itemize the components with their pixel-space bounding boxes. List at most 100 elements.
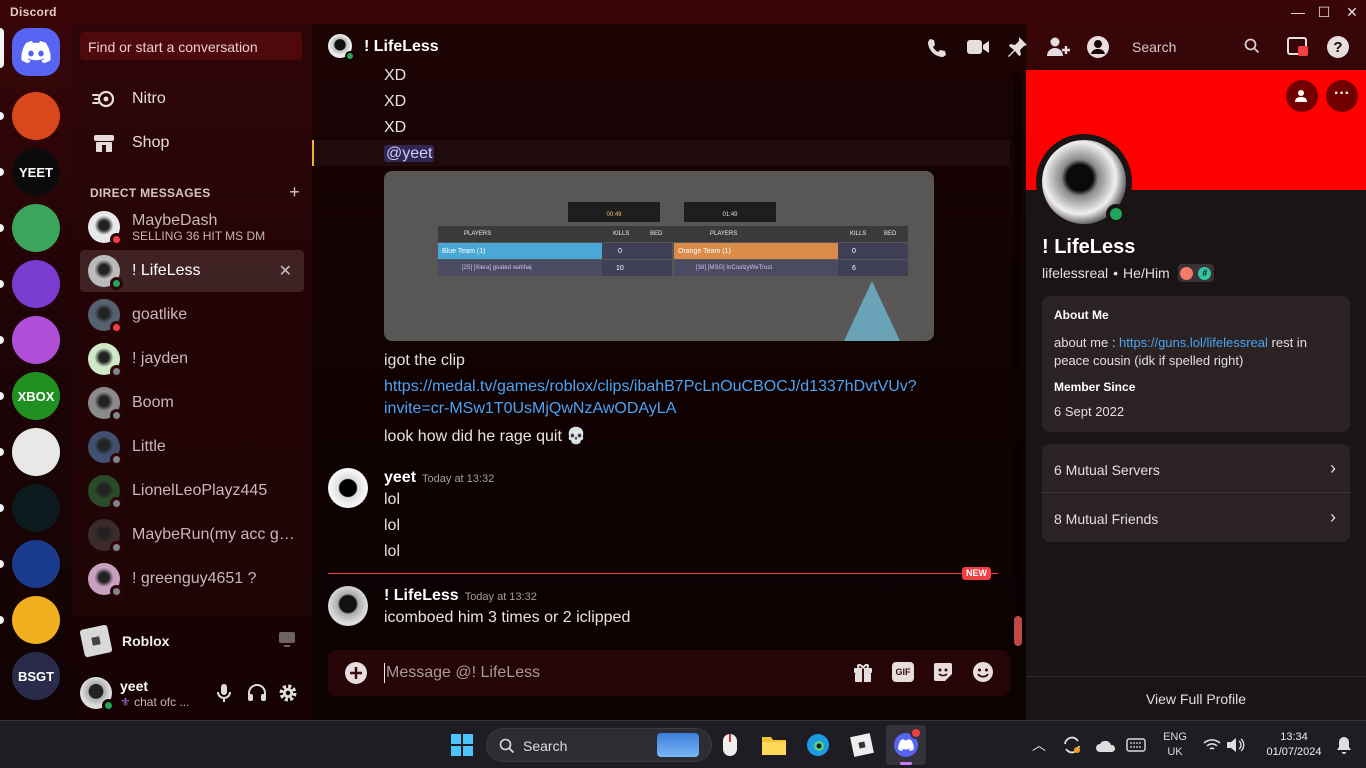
- dm-item[interactable]: LionelLeoPlayz445: [80, 470, 304, 512]
- view-full-profile-button[interactable]: View Full Profile: [1026, 676, 1366, 720]
- server-label: XBOX: [17, 388, 55, 404]
- chat-search-input[interactable]: Search: [1124, 32, 1266, 60]
- find-conversation-input[interactable]: Find or start a conversation: [80, 32, 302, 60]
- dm-item-active[interactable]: ! LifeLess ✕: [80, 250, 304, 292]
- sticker-icon[interactable]: [932, 661, 954, 683]
- server-ghost[interactable]: [12, 428, 60, 476]
- dm-name: goatlike: [132, 306, 188, 323]
- notifications-bell-icon[interactable]: [1330, 731, 1358, 759]
- screen-share-icon[interactable]: [278, 631, 296, 647]
- close-button[interactable]: ✕: [1340, 2, 1364, 22]
- activity-panel[interactable]: Roblox: [72, 616, 312, 666]
- status-indicator: [110, 409, 123, 422]
- edge-browser-icon[interactable]: [804, 731, 832, 759]
- server-kirby[interactable]: [12, 204, 60, 252]
- dm-name: ! jayden: [132, 350, 189, 367]
- user-info[interactable]: yeet ⚜ chat ofc ...: [120, 678, 220, 709]
- windows-start-icon[interactable]: [448, 731, 476, 759]
- sync-icon[interactable]: [1058, 731, 1086, 759]
- system-clock[interactable]: 13:34 01/07/2024: [1254, 730, 1334, 760]
- weather-cloud-icon[interactable]: [1092, 731, 1120, 759]
- volume-icon[interactable]: [1222, 731, 1250, 759]
- help-icon[interactable]: ?: [1326, 35, 1350, 59]
- profile-display-name: ! LifeLess: [1042, 236, 1136, 258]
- discord-taskbar-button[interactable]: [886, 725, 926, 765]
- shop-label: Shop: [132, 134, 170, 151]
- taskbar-search[interactable]: Search: [486, 728, 712, 762]
- server-bsgt[interactable]: BSGT: [12, 652, 60, 700]
- server-roblox-face[interactable]: [12, 596, 60, 644]
- author-name[interactable]: yeet: [384, 469, 416, 486]
- server-fire[interactable]: [12, 92, 60, 140]
- nav-shop[interactable]: Shop: [80, 122, 304, 164]
- close-dm-icon[interactable]: ✕: [279, 261, 292, 281]
- clip-link-cont[interactable]: invite=cr-MSw1T0UsMjQwNzAwODAyLA: [384, 400, 676, 418]
- hashtag-badge-icon[interactable]: #: [1198, 266, 1212, 280]
- user-panel: yeet ⚜ chat ofc ...: [72, 666, 312, 720]
- server-badge[interactable]: [12, 260, 60, 308]
- settings-gear-icon[interactable]: [278, 683, 298, 703]
- home-button[interactable]: [12, 28, 60, 76]
- dm-item[interactable]: ! greenguy4651 ?: [80, 558, 304, 600]
- profile-username: lifelessreal: [1042, 265, 1109, 281]
- mutual-friends-row[interactable]: 8 Mutual Friends ›: [1042, 493, 1350, 542]
- status-indicator: [110, 365, 123, 378]
- create-dm-plus-icon[interactable]: +: [289, 182, 300, 203]
- headphones-icon[interactable]: [247, 683, 267, 703]
- keyboard-icon[interactable]: [1122, 731, 1150, 759]
- dm-item[interactable]: MaybeDash SELLING 36 HIT MS DM: [80, 206, 304, 248]
- gift-icon[interactable]: [852, 661, 874, 683]
- image-attachment[interactable]: 00:49 01:49 PLAYERS KILLS BED PLAYERS KI…: [384, 171, 934, 341]
- status-indicator: [110, 321, 123, 334]
- mutual-servers-label: 6 Mutual Servers: [1054, 462, 1160, 478]
- minimize-button[interactable]: —: [1286, 2, 1310, 22]
- friend-action-icon[interactable]: [1286, 80, 1318, 112]
- maximize-button[interactable]: ☐: [1312, 2, 1336, 22]
- inbox-icon[interactable]: [1286, 36, 1310, 58]
- heart-badge-icon[interactable]: [1180, 266, 1194, 280]
- user-mention[interactable]: @yeet: [384, 145, 435, 162]
- dm-item[interactable]: goatlike: [80, 294, 304, 336]
- roblox-taskbar-icon[interactable]: [848, 731, 876, 759]
- video-call-icon[interactable]: [966, 38, 990, 56]
- author-name[interactable]: ! LifeLess: [384, 587, 459, 604]
- about-link[interactable]: https://guns.lol/lifelessreal: [1119, 335, 1268, 350]
- server-rail: YEET XBOX BSGT: [0, 24, 72, 720]
- add-friends-to-dm-icon[interactable]: [1046, 36, 1070, 58]
- server-cat[interactable]: [12, 316, 60, 364]
- dm-header-label: DIRECT MESSAGES: [90, 186, 211, 200]
- dm-item[interactable]: MaybeRun(my acc got...: [80, 514, 304, 556]
- nav-nitro[interactable]: Nitro: [80, 78, 304, 120]
- blue-player: [25] [Xiera] goated wahhaj: [438, 260, 602, 276]
- lifeless-avatar[interactable]: [328, 586, 368, 626]
- mouse-app-icon[interactable]: [716, 731, 744, 759]
- clip-link[interactable]: https://medal.tv/games/roblox/clips/ibah…: [384, 378, 917, 396]
- user-avatar[interactable]: [80, 677, 115, 712]
- server-yeet[interactable]: YEET: [12, 148, 60, 196]
- timestamp: Today at 13:32: [464, 591, 537, 603]
- show-hidden-icons-chevron-icon[interactable]: ︿: [1032, 735, 1046, 755]
- chat-scrollbar[interactable]: [1014, 72, 1022, 648]
- microphone-icon[interactable]: [216, 683, 232, 703]
- dm-item[interactable]: ! jayden: [80, 338, 304, 380]
- dm-item[interactable]: Boom: [80, 382, 304, 424]
- file-explorer-icon[interactable]: [760, 731, 788, 759]
- server-stars[interactable]: [12, 540, 60, 588]
- message-line: XD: [384, 119, 407, 136]
- more-options-icon[interactable]: ···: [1326, 80, 1358, 112]
- yeet-avatar[interactable]: [328, 468, 368, 508]
- emoji-icon[interactable]: [972, 661, 994, 683]
- mutual-servers-row[interactable]: 6 Mutual Servers ›: [1042, 444, 1350, 493]
- dm-item[interactable]: Little: [80, 426, 304, 468]
- attach-plus-icon[interactable]: [344, 661, 368, 685]
- language-indicator[interactable]: ENG UK: [1160, 730, 1190, 760]
- message-input[interactable]: Message @! LifeLess: [386, 664, 540, 682]
- gif-button[interactable]: GIF: [892, 662, 914, 682]
- chevron-right-icon: ›: [1330, 458, 1336, 478]
- user-profile-toggle-icon[interactable]: [1086, 35, 1110, 59]
- server-c[interactable]: [12, 484, 60, 532]
- server-xbox[interactable]: XBOX: [12, 372, 60, 420]
- scrollbar-thumb[interactable]: [1014, 616, 1022, 646]
- pinned-messages-icon[interactable]: [1006, 36, 1028, 58]
- voice-call-icon[interactable]: [926, 37, 948, 59]
